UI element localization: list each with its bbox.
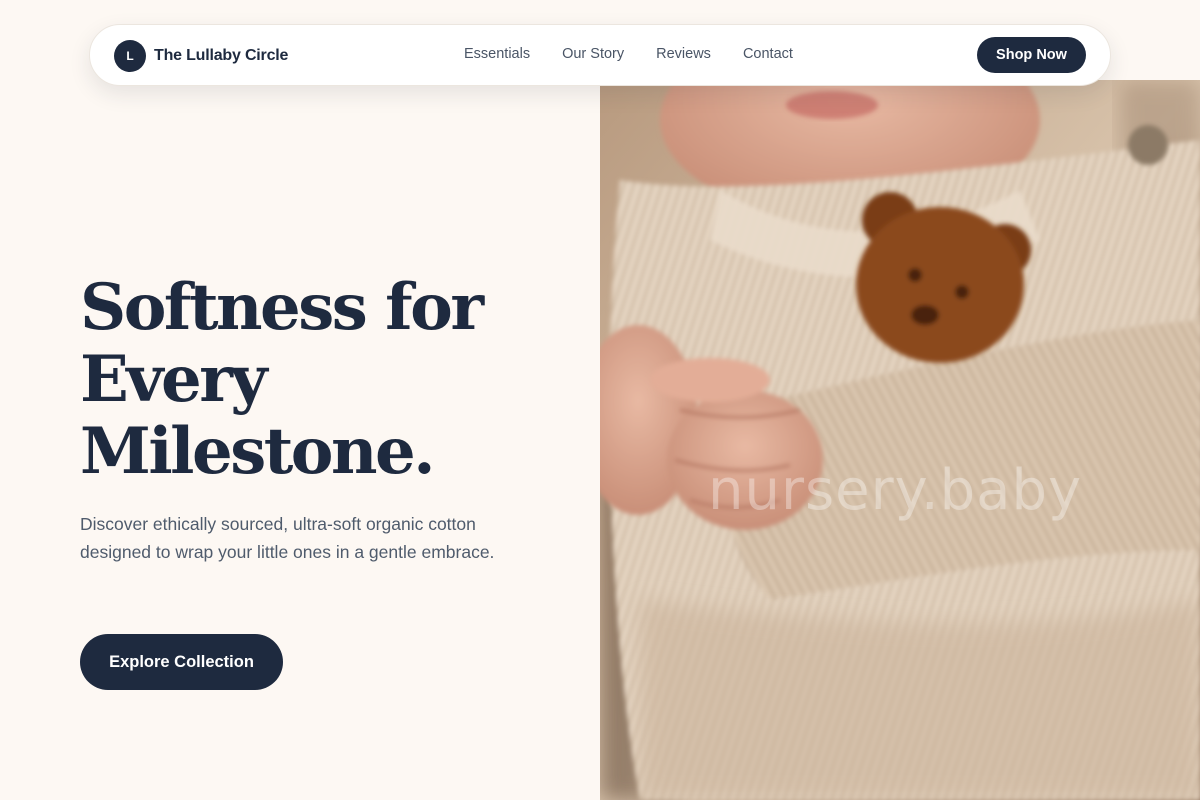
hero-description: Discover ethically sourced, ultra-soft o… — [80, 514, 495, 562]
hero-title-line: Every — [80, 342, 268, 417]
explore-collection-button[interactable]: Explore Collection — [80, 634, 283, 690]
nav-link-contact[interactable]: Contact — [743, 46, 793, 62]
nav-link-reviews[interactable]: Reviews — [656, 46, 711, 62]
hero-title-line: Softness for — [80, 270, 484, 345]
hero-image: nursery.baby — [600, 80, 1200, 800]
nav-link-essentials[interactable]: Essentials — [464, 46, 530, 62]
brand-name: The Lullaby Circle — [154, 47, 289, 64]
brand-logo-link[interactable]: L The Lullaby Circle — [114, 40, 288, 72]
image-watermark: nursery.baby — [708, 458, 1083, 523]
nav-link-our-story[interactable]: Our Story — [562, 46, 624, 62]
nav-links: Essentials Our Story Reviews Contact — [464, 46, 793, 62]
logo-badge: L — [114, 40, 146, 72]
hero-title: Softness for Every Milestone. — [80, 272, 580, 488]
baby-in-knit-sweater-photo — [600, 80, 1200, 800]
top-navbar: L The Lullaby Circle Essentials Our Stor… — [89, 24, 1111, 86]
shop-now-button[interactable]: Shop Now — [977, 37, 1086, 73]
hero-title-line: Milestone. — [80, 414, 436, 489]
